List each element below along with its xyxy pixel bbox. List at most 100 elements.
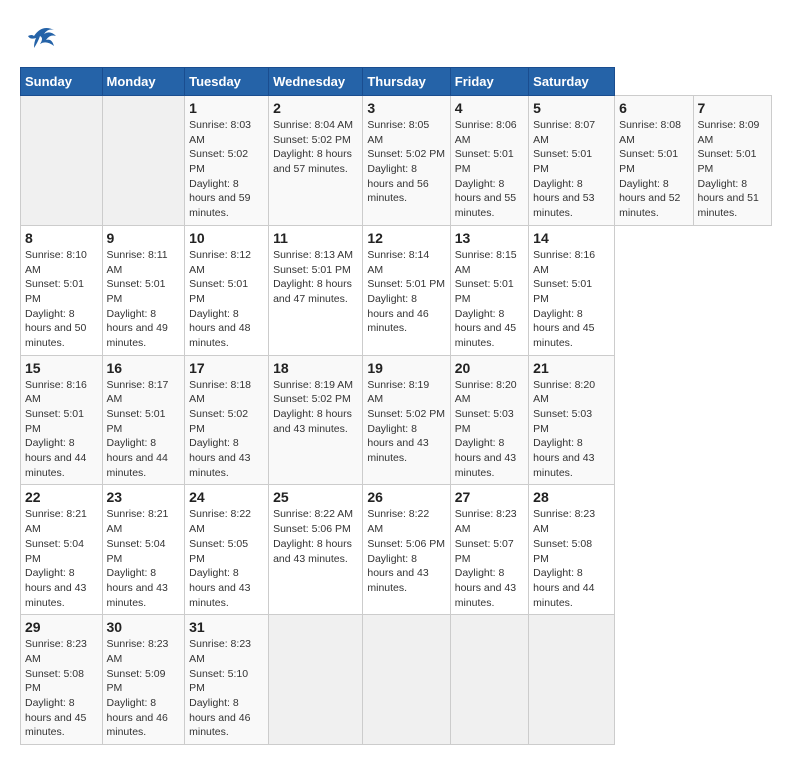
calendar-day-cell: 24 Sunrise: 8:22 AM Sunset: 5:05 PM Dayl… [185, 485, 269, 615]
calendar-day-cell: 12 Sunrise: 8:14 AM Sunset: 5:01 PM Dayl… [363, 225, 450, 355]
day-info: Sunrise: 8:23 AM Sunset: 5:07 PM Dayligh… [455, 508, 517, 608]
calendar-week-row: 29 Sunrise: 8:23 AM Sunset: 5:08 PM Dayl… [21, 615, 772, 745]
day-info: Sunrise: 8:23 AM Sunset: 5:10 PM Dayligh… [189, 638, 251, 738]
calendar-empty-cell [529, 615, 615, 745]
weekday-header: Saturday [529, 68, 615, 96]
calendar-day-cell: 26 Sunrise: 8:22 AM Sunset: 5:06 PM Dayl… [363, 485, 450, 615]
calendar-day-cell: 5 Sunrise: 8:07 AM Sunset: 5:01 PM Dayli… [529, 96, 615, 226]
day-info: Sunrise: 8:17 AM Sunset: 5:01 PM Dayligh… [107, 379, 169, 479]
calendar-day-cell: 1 Sunrise: 8:03 AM Sunset: 5:02 PM Dayli… [185, 96, 269, 226]
day-info: Sunrise: 8:18 AM Sunset: 5:02 PM Dayligh… [189, 379, 251, 479]
day-info: Sunrise: 8:20 AM Sunset: 5:03 PM Dayligh… [533, 379, 595, 479]
calendar-day-cell: 10 Sunrise: 8:12 AM Sunset: 5:01 PM Dayl… [185, 225, 269, 355]
day-number: 19 [367, 360, 445, 376]
calendar-week-row: 8 Sunrise: 8:10 AM Sunset: 5:01 PM Dayli… [21, 225, 772, 355]
calendar-day-cell: 7 Sunrise: 8:09 AM Sunset: 5:01 PM Dayli… [693, 96, 772, 226]
calendar-day-cell: 25 Sunrise: 8:22 AM Sunset: 5:06 PM Dayl… [269, 485, 363, 615]
day-info: Sunrise: 8:21 AM Sunset: 5:04 PM Dayligh… [107, 508, 169, 608]
calendar-header-row: SundayMondayTuesdayWednesdayThursdayFrid… [21, 68, 772, 96]
day-info: Sunrise: 8:09 AM Sunset: 5:01 PM Dayligh… [698, 119, 760, 219]
calendar-day-cell: 31 Sunrise: 8:23 AM Sunset: 5:10 PM Dayl… [185, 615, 269, 745]
calendar-day-cell: 13 Sunrise: 8:15 AM Sunset: 5:01 PM Dayl… [450, 225, 528, 355]
day-info: Sunrise: 8:06 AM Sunset: 5:01 PM Dayligh… [455, 119, 517, 219]
day-number: 7 [698, 100, 768, 116]
calendar-day-cell: 23 Sunrise: 8:21 AM Sunset: 5:04 PM Dayl… [102, 485, 185, 615]
day-number: 26 [367, 489, 445, 505]
page-header [20, 20, 772, 57]
calendar-day-cell: 22 Sunrise: 8:21 AM Sunset: 5:04 PM Dayl… [21, 485, 103, 615]
logo [20, 20, 58, 57]
weekday-header: Friday [450, 68, 528, 96]
day-number: 5 [533, 100, 610, 116]
day-number: 20 [455, 360, 524, 376]
day-info: Sunrise: 8:10 AM Sunset: 5:01 PM Dayligh… [25, 249, 87, 349]
day-info: Sunrise: 8:19 AM Sunset: 5:02 PM Dayligh… [367, 379, 445, 464]
calendar-table: SundayMondayTuesdayWednesdayThursdayFrid… [20, 67, 772, 745]
calendar-week-row: 1 Sunrise: 8:03 AM Sunset: 5:02 PM Dayli… [21, 96, 772, 226]
calendar-day-cell: 21 Sunrise: 8:20 AM Sunset: 5:03 PM Dayl… [529, 355, 615, 485]
calendar-week-row: 22 Sunrise: 8:21 AM Sunset: 5:04 PM Dayl… [21, 485, 772, 615]
day-info: Sunrise: 8:22 AM Sunset: 5:05 PM Dayligh… [189, 508, 251, 608]
weekday-header: Sunday [21, 68, 103, 96]
day-number: 18 [273, 360, 358, 376]
calendar-empty-cell [21, 96, 103, 226]
calendar-empty-cell [269, 615, 363, 745]
calendar-day-cell: 28 Sunrise: 8:23 AM Sunset: 5:08 PM Dayl… [529, 485, 615, 615]
day-number: 30 [107, 619, 181, 635]
calendar-day-cell: 15 Sunrise: 8:16 AM Sunset: 5:01 PM Dayl… [21, 355, 103, 485]
day-info: Sunrise: 8:13 AM Sunset: 5:01 PM Dayligh… [273, 249, 353, 305]
day-number: 31 [189, 619, 264, 635]
day-info: Sunrise: 8:14 AM Sunset: 5:01 PM Dayligh… [367, 249, 445, 334]
weekday-header: Thursday [363, 68, 450, 96]
day-info: Sunrise: 8:05 AM Sunset: 5:02 PM Dayligh… [367, 119, 445, 204]
day-number: 16 [107, 360, 181, 376]
calendar-empty-cell [102, 96, 185, 226]
day-number: 17 [189, 360, 264, 376]
calendar-empty-cell [363, 615, 450, 745]
day-info: Sunrise: 8:12 AM Sunset: 5:01 PM Dayligh… [189, 249, 251, 349]
weekday-header: Monday [102, 68, 185, 96]
day-number: 8 [25, 230, 98, 246]
day-info: Sunrise: 8:16 AM Sunset: 5:01 PM Dayligh… [533, 249, 595, 349]
calendar-day-cell: 6 Sunrise: 8:08 AM Sunset: 5:01 PM Dayli… [615, 96, 693, 226]
logo-icon [26, 20, 58, 52]
day-number: 1 [189, 100, 264, 116]
weekday-header: Wednesday [269, 68, 363, 96]
day-info: Sunrise: 8:21 AM Sunset: 5:04 PM Dayligh… [25, 508, 87, 608]
day-info: Sunrise: 8:04 AM Sunset: 5:02 PM Dayligh… [273, 119, 353, 175]
weekday-header: Tuesday [185, 68, 269, 96]
day-number: 10 [189, 230, 264, 246]
calendar-day-cell: 3 Sunrise: 8:05 AM Sunset: 5:02 PM Dayli… [363, 96, 450, 226]
day-number: 25 [273, 489, 358, 505]
day-number: 9 [107, 230, 181, 246]
day-number: 15 [25, 360, 98, 376]
day-number: 14 [533, 230, 610, 246]
calendar-day-cell: 29 Sunrise: 8:23 AM Sunset: 5:08 PM Dayl… [21, 615, 103, 745]
day-info: Sunrise: 8:22 AM Sunset: 5:06 PM Dayligh… [367, 508, 445, 593]
day-number: 3 [367, 100, 445, 116]
day-number: 12 [367, 230, 445, 246]
day-number: 28 [533, 489, 610, 505]
calendar-day-cell: 9 Sunrise: 8:11 AM Sunset: 5:01 PM Dayli… [102, 225, 185, 355]
day-info: Sunrise: 8:23 AM Sunset: 5:09 PM Dayligh… [107, 638, 169, 738]
day-number: 23 [107, 489, 181, 505]
calendar-day-cell: 11 Sunrise: 8:13 AM Sunset: 5:01 PM Dayl… [269, 225, 363, 355]
day-number: 22 [25, 489, 98, 505]
day-number: 24 [189, 489, 264, 505]
day-info: Sunrise: 8:11 AM Sunset: 5:01 PM Dayligh… [107, 249, 168, 349]
calendar-empty-cell [450, 615, 528, 745]
calendar-day-cell: 19 Sunrise: 8:19 AM Sunset: 5:02 PM Dayl… [363, 355, 450, 485]
day-info: Sunrise: 8:08 AM Sunset: 5:01 PM Dayligh… [619, 119, 681, 219]
calendar-day-cell: 20 Sunrise: 8:20 AM Sunset: 5:03 PM Dayl… [450, 355, 528, 485]
day-number: 6 [619, 100, 688, 116]
day-number: 27 [455, 489, 524, 505]
day-number: 13 [455, 230, 524, 246]
day-info: Sunrise: 8:19 AM Sunset: 5:02 PM Dayligh… [273, 379, 353, 435]
day-number: 21 [533, 360, 610, 376]
calendar-day-cell: 16 Sunrise: 8:17 AM Sunset: 5:01 PM Dayl… [102, 355, 185, 485]
day-info: Sunrise: 8:15 AM Sunset: 5:01 PM Dayligh… [455, 249, 517, 349]
day-number: 11 [273, 230, 358, 246]
day-number: 29 [25, 619, 98, 635]
day-info: Sunrise: 8:23 AM Sunset: 5:08 PM Dayligh… [25, 638, 87, 738]
calendar-day-cell: 8 Sunrise: 8:10 AM Sunset: 5:01 PM Dayli… [21, 225, 103, 355]
